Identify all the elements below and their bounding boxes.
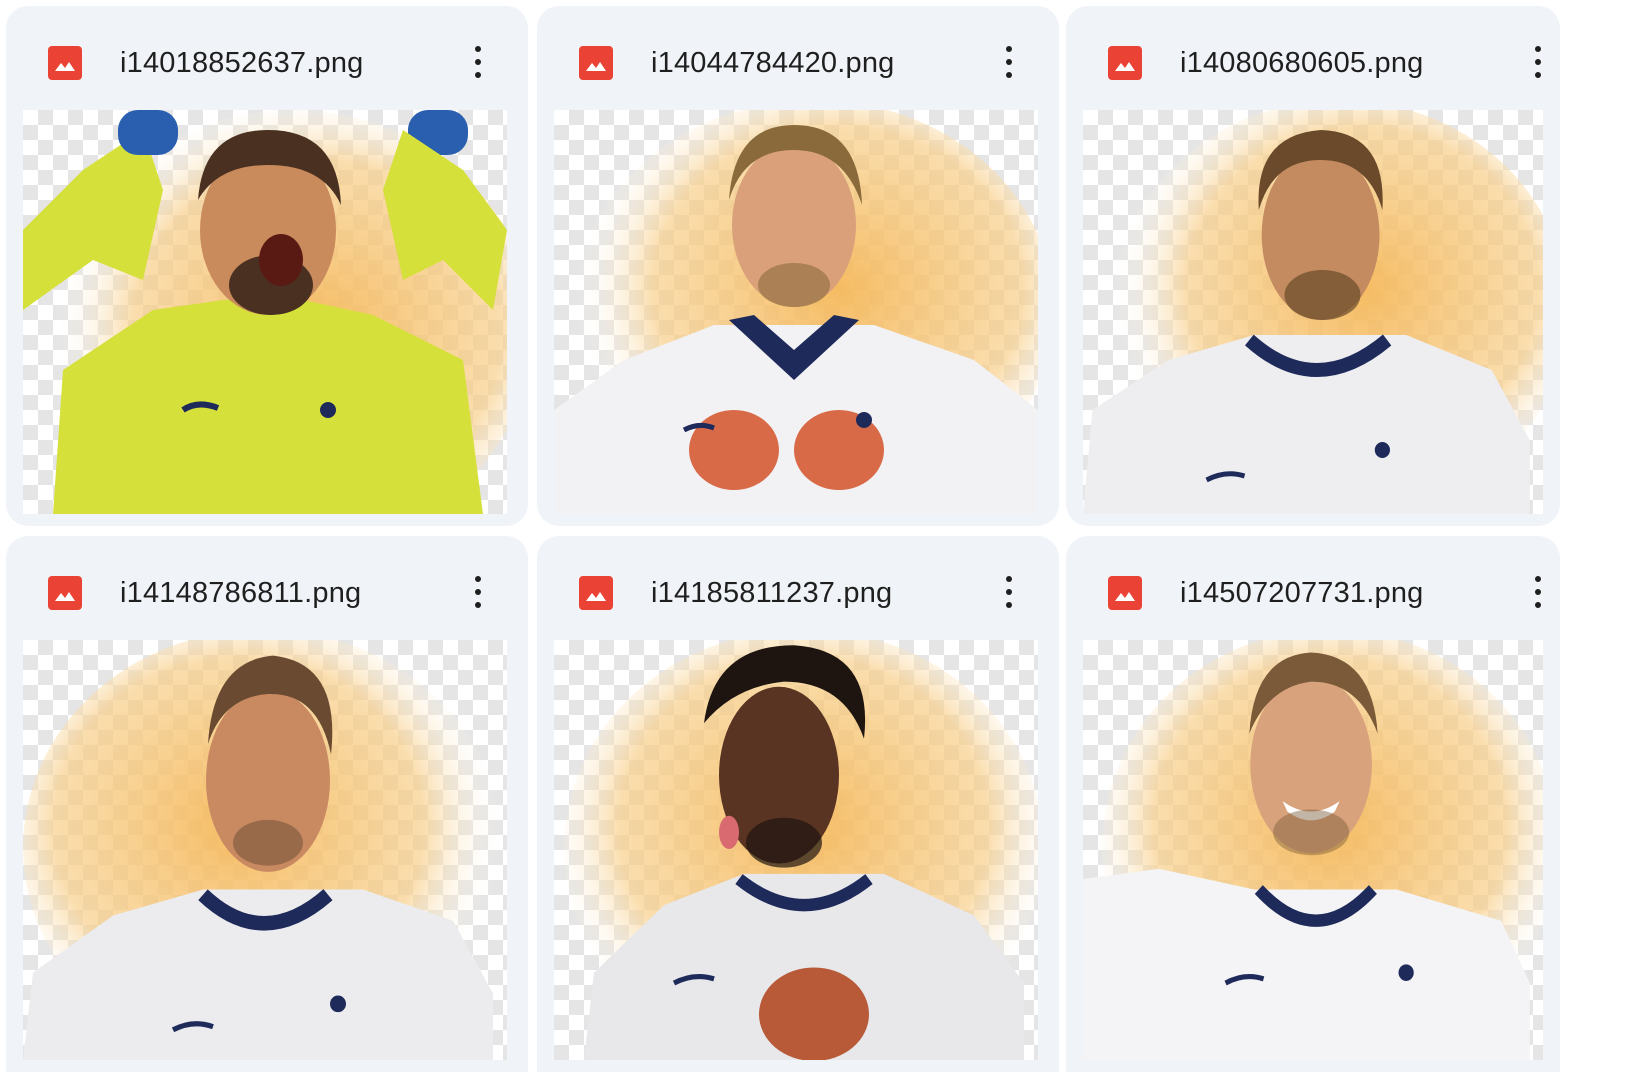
more-vert-icon	[1006, 46, 1012, 52]
more-vert-icon	[1006, 576, 1012, 582]
image-file-icon	[1108, 46, 1142, 80]
image-file-icon	[579, 46, 613, 80]
file-grid: i14018852637.png i14044784420.png i14080…	[0, 0, 1634, 1072]
more-options-button[interactable]	[1514, 36, 1562, 88]
file-card-header: i14185811237.png	[537, 536, 1059, 636]
image-file-icon	[1108, 576, 1142, 610]
file-card-header: i14507207731.png	[1066, 536, 1560, 636]
file-card[interactable]: i14080680605.png	[1066, 6, 1560, 526]
image-thumbnail[interactable]	[554, 110, 1038, 514]
image-thumbnail[interactable]	[23, 110, 507, 514]
more-options-button[interactable]	[454, 36, 502, 88]
file-card[interactable]: i14148786811.png	[6, 536, 528, 1072]
file-name: i14507207731.png	[1180, 577, 1424, 609]
player-portrait	[554, 110, 1038, 514]
image-thumbnail[interactable]	[23, 640, 507, 1060]
player-portrait	[1083, 110, 1543, 514]
file-card[interactable]: i14507207731.png	[1066, 536, 1560, 1072]
more-vert-icon	[475, 576, 481, 582]
more-vert-icon	[1535, 46, 1541, 52]
file-card-header: i14044784420.png	[537, 6, 1059, 106]
player-portrait	[23, 640, 503, 1060]
file-name: i14148786811.png	[120, 577, 362, 609]
image-thumbnail[interactable]	[554, 640, 1038, 1060]
image-file-icon	[48, 576, 82, 610]
more-options-button[interactable]	[1514, 566, 1562, 618]
file-card-header: i14018852637.png	[6, 6, 528, 106]
image-file-icon	[579, 576, 613, 610]
file-card-header: i14080680605.png	[1066, 6, 1560, 106]
file-name: i14044784420.png	[651, 47, 895, 79]
file-card[interactable]: i14044784420.png	[537, 6, 1059, 526]
file-card[interactable]: i14185811237.png	[537, 536, 1059, 1072]
more-options-button[interactable]	[985, 566, 1033, 618]
more-vert-icon	[1535, 576, 1541, 582]
file-name: i14185811237.png	[651, 577, 893, 609]
player-portrait	[23, 110, 507, 514]
player-portrait	[1083, 640, 1543, 1060]
file-name: i14018852637.png	[120, 47, 364, 79]
image-thumbnail[interactable]	[1083, 640, 1543, 1060]
more-vert-icon	[475, 46, 481, 52]
file-card-header: i14148786811.png	[6, 536, 528, 636]
player-portrait	[564, 640, 1038, 1060]
file-card[interactable]: i14018852637.png	[6, 6, 528, 526]
image-thumbnail[interactable]	[1083, 110, 1543, 514]
more-options-button[interactable]	[454, 566, 502, 618]
file-name: i14080680605.png	[1180, 47, 1424, 79]
image-file-icon	[48, 46, 82, 80]
more-options-button[interactable]	[985, 36, 1033, 88]
